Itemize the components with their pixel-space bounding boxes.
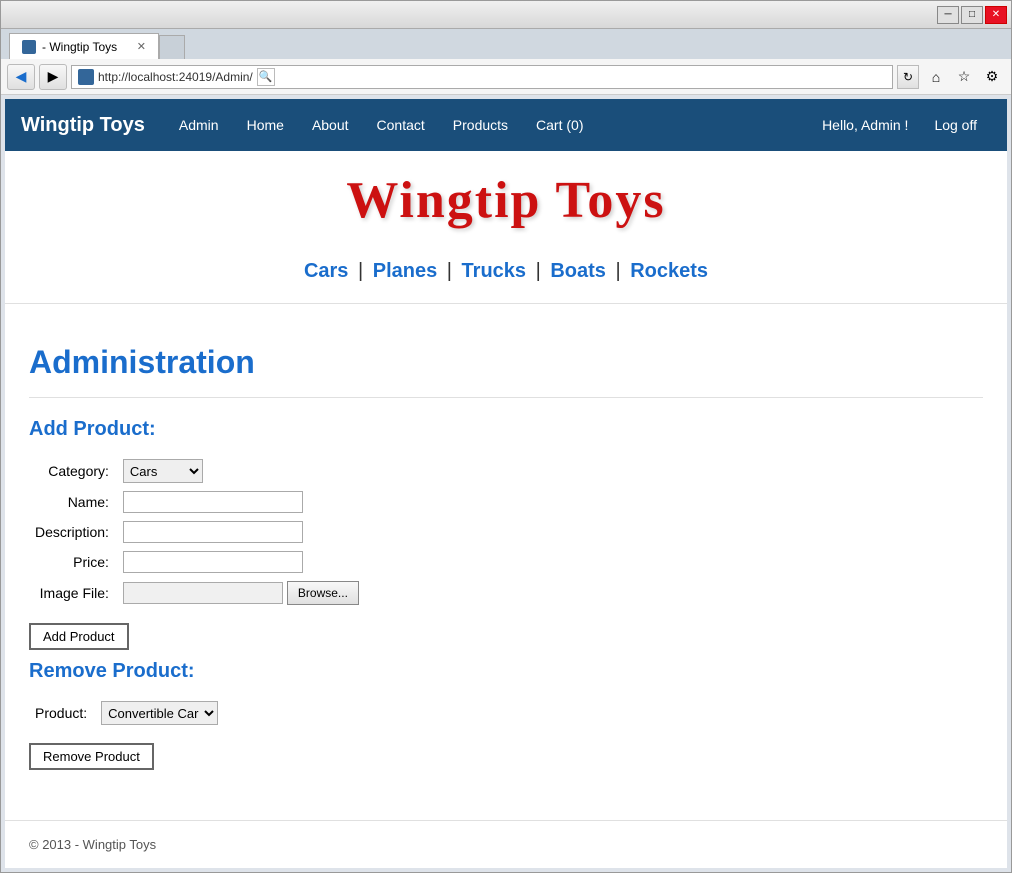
category-planes[interactable]: Planes	[373, 260, 437, 282]
url-search-button[interactable]: 🔍	[257, 68, 275, 86]
add-product-title: Add Product:	[29, 418, 983, 441]
category-cars[interactable]: Cars	[304, 260, 348, 282]
window-controls: ─ □ ✕	[937, 6, 1007, 24]
add-product-form: Category: Cars Planes Trucks Boats Rocke…	[29, 455, 365, 609]
category-nav: Cars | Planes | Trucks | Boats | Rockets	[5, 240, 1007, 293]
remove-product-section: Remove Product: Product: Convertible Car…	[29, 660, 983, 780]
maximize-button[interactable]: □	[961, 6, 983, 24]
inactive-tab[interactable]	[159, 35, 185, 59]
back-button[interactable]: ◀	[7, 64, 35, 90]
remove-product-title: Remove Product:	[29, 660, 983, 683]
category-row: Category: Cars Planes Trucks Boats Rocke…	[29, 455, 365, 487]
refresh-button[interactable]: ↻	[897, 65, 919, 89]
nav-contact[interactable]: Contact	[363, 99, 439, 151]
sep-3: |	[530, 260, 546, 282]
category-rockets[interactable]: Rockets	[630, 260, 708, 282]
url-text: http://localhost:24019/Admin/	[98, 70, 253, 84]
name-input[interactable]	[123, 491, 303, 513]
hello-text: Hello, Admin !	[822, 117, 908, 133]
footer-text: © 2013 - Wingtip Toys	[29, 837, 156, 852]
nav-admin[interactable]: Admin	[165, 99, 233, 151]
nav-cart[interactable]: Cart (0)	[522, 99, 597, 151]
add-product-button[interactable]: Add Product	[29, 623, 129, 650]
description-row: Description:	[29, 517, 365, 547]
image-label: Image File:	[29, 577, 117, 609]
file-input-container: Browse...	[123, 581, 359, 605]
category-select[interactable]: Cars Planes Trucks Boats Rockets	[123, 459, 203, 483]
minimize-button[interactable]: ─	[937, 6, 959, 24]
address-bar: ◀ ▶ http://localhost:24019/Admin/ 🔍 ↻ ⌂ …	[1, 59, 1011, 95]
product-label: Product:	[29, 697, 95, 729]
forward-button[interactable]: ▶	[39, 64, 67, 90]
nav-right: Hello, Admin ! Log off	[822, 99, 991, 151]
favorites-icon[interactable]: ☆	[951, 64, 977, 90]
remove-product-form: Product: Convertible Car Plane Truck Boa…	[29, 697, 224, 729]
price-label: Price:	[29, 547, 117, 577]
description-input[interactable]	[123, 521, 303, 543]
close-button[interactable]: ✕	[985, 6, 1007, 24]
file-input-display	[123, 582, 283, 604]
price-input[interactable]	[123, 551, 303, 573]
sep-4: |	[610, 260, 626, 282]
category-label: Category:	[29, 455, 117, 487]
title-bar: ─ □ ✕	[1, 1, 1011, 29]
url-box[interactable]: http://localhost:24019/Admin/ 🔍	[71, 65, 893, 89]
description-label: Description:	[29, 517, 117, 547]
site-favicon	[78, 69, 94, 85]
nav-links: Admin Home About Contact Products Cart (…	[165, 99, 822, 151]
site-logo-title: Wingtip Toys	[5, 151, 1007, 240]
image-row: Image File: Browse...	[29, 577, 365, 609]
active-tab[interactable]: - Wingtip Toys ✕	[9, 33, 159, 59]
toolbar-icons: ⌂ ☆ ⚙	[923, 64, 1005, 90]
page-content: Wingtip Toys Admin Home About Contact Pr…	[5, 99, 1007, 868]
name-row: Name:	[29, 487, 365, 517]
product-select[interactable]: Convertible Car Plane Truck Boat Rocket	[101, 701, 218, 725]
nav-home[interactable]: Home	[233, 99, 298, 151]
footer: © 2013 - Wingtip Toys	[5, 820, 1007, 868]
settings-icon[interactable]: ⚙	[979, 64, 1005, 90]
product-row: Product: Convertible Car Plane Truck Boa…	[29, 697, 224, 729]
title-divider	[29, 397, 983, 398]
home-icon[interactable]: ⌂	[923, 64, 949, 90]
name-label: Name:	[29, 487, 117, 517]
add-product-section: Add Product: Category: Cars Planes Truck…	[29, 418, 983, 660]
logoff-link[interactable]: Log off	[920, 99, 991, 151]
category-trucks[interactable]: Trucks	[462, 260, 526, 282]
nav-products[interactable]: Products	[439, 99, 522, 151]
category-boats[interactable]: Boats	[550, 260, 606, 282]
browse-button[interactable]: Browse...	[287, 581, 359, 605]
price-row: Price:	[29, 547, 365, 577]
main-content: Administration Add Product: Category: Ca…	[5, 324, 1007, 800]
tab-favicon	[22, 40, 36, 54]
tab-close-button[interactable]: ✕	[137, 40, 146, 53]
sep-2: |	[441, 260, 457, 282]
browser-window: ─ □ ✕ - Wingtip Toys ✕ ◀ ▶ http://localh…	[0, 0, 1012, 873]
nav-about[interactable]: About	[298, 99, 363, 151]
tab-bar: - Wingtip Toys ✕	[1, 29, 1011, 59]
sep-1: |	[352, 260, 368, 282]
tab-title: - Wingtip Toys	[42, 40, 117, 54]
navbar: Wingtip Toys Admin Home About Contact Pr…	[5, 99, 1007, 151]
page-title: Administration	[29, 344, 983, 381]
top-divider	[5, 303, 1007, 304]
navbar-brand[interactable]: Wingtip Toys	[21, 114, 145, 137]
remove-product-button[interactable]: Remove Product	[29, 743, 154, 770]
